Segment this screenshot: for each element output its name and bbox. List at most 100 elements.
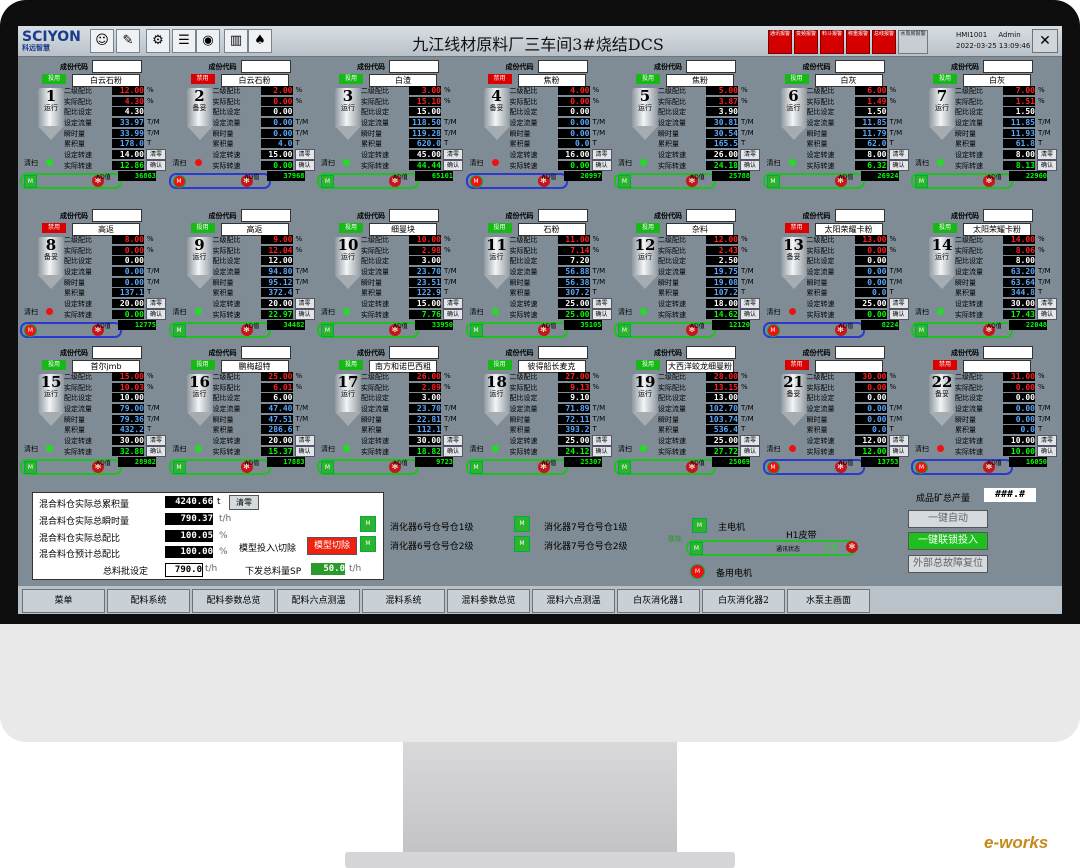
feeder-motor-button[interactable]: M (766, 461, 780, 474)
zero-button[interactable]: 清零 (740, 435, 760, 446)
alarm-bus[interactable]: 总线报警 (872, 30, 896, 54)
param-value[interactable]: 10.00 (1003, 436, 1035, 446)
feeder-motor-button[interactable]: M (24, 461, 37, 474)
books-icon[interactable]: ☰ (172, 29, 196, 53)
tools-icon[interactable]: ⚙ (146, 29, 170, 53)
alarm-weigh[interactable]: 称重报警 (846, 30, 870, 54)
confirm-button[interactable]: 确认 (294, 309, 315, 320)
param-value[interactable]: 4.30 (112, 107, 144, 117)
feeder-motor-button[interactable]: M (24, 175, 37, 188)
param-value[interactable]: 30.00 (409, 436, 441, 446)
code-input[interactable] (983, 346, 1033, 359)
silo-icon[interactable]: 18 运行 (483, 374, 510, 426)
confirm-button[interactable]: 确认 (888, 160, 909, 171)
confirm-button[interactable]: 确认 (740, 446, 760, 457)
feeder-motor-button[interactable]: M (321, 175, 334, 188)
silo-icon[interactable]: 7 运行 (929, 88, 955, 140)
param-value[interactable]: 30.00 (112, 436, 144, 446)
confirm-button[interactable]: 确认 (740, 309, 760, 320)
confirm-button[interactable]: 确认 (146, 160, 166, 171)
feeder-motor-button[interactable]: M (172, 461, 186, 474)
param-value[interactable]: 1.50 (854, 107, 887, 117)
silo-icon[interactable]: 21 备妥 (780, 374, 807, 426)
zero-button[interactable]: 清零 (591, 149, 612, 160)
param-value[interactable]: 0.00 (112, 256, 144, 266)
code-input[interactable] (389, 346, 439, 359)
digester7-1-motor[interactable]: M (514, 516, 530, 532)
nav-menu[interactable]: 菜单 (22, 589, 105, 613)
code-input[interactable] (92, 346, 142, 359)
mode-button[interactable]: 投用 (190, 360, 215, 370)
silo-icon[interactable]: 3 运行 (335, 88, 361, 140)
mode-button[interactable]: 投用 (42, 74, 66, 84)
nav-mixing-params[interactable]: 混料参数总览 (447, 589, 530, 613)
silo-icon[interactable]: 17 运行 (335, 374, 361, 426)
mode-button[interactable]: 投用 (933, 74, 957, 84)
nav-mixing[interactable]: 混料系统 (362, 589, 445, 613)
param-value[interactable]: 9.10 (557, 393, 590, 403)
feeder-motor-button[interactable]: M (915, 175, 928, 188)
param-value[interactable]: 8.00 (1003, 256, 1035, 266)
code-input[interactable] (92, 60, 142, 73)
confirm-button[interactable]: 确认 (1037, 446, 1057, 457)
alarm-inverter[interactable]: 变频报警 (794, 30, 818, 54)
zero-button[interactable]: 清零 (888, 435, 909, 446)
standby-motor-button[interactable]: M (690, 564, 705, 579)
mode-button[interactable]: 投用 (339, 74, 363, 84)
param-value[interactable]: 3.90 (706, 107, 738, 117)
param-value[interactable]: 2.50 (706, 256, 738, 266)
zero-button[interactable]: 清零 (591, 435, 612, 446)
param-value[interactable]: 20.00 (112, 299, 144, 309)
silo-icon[interactable]: 9 运行 (186, 237, 213, 289)
param-value[interactable]: 0.00 (854, 393, 887, 403)
param-value[interactable]: 18.00 (706, 299, 738, 309)
param-value[interactable]: 13.00 (706, 393, 738, 403)
confirm-button[interactable]: 确认 (591, 309, 612, 320)
mode-button[interactable]: 投用 (636, 360, 660, 370)
silo-icon[interactable]: 14 运行 (929, 237, 955, 289)
mode-button[interactable]: 禁用 (487, 74, 512, 84)
digester6-2-motor[interactable]: M (360, 536, 376, 552)
confirm-button[interactable]: 确认 (591, 446, 612, 457)
feeder-motor-button[interactable]: M (915, 324, 928, 337)
param-value[interactable]: 0.00 (260, 107, 293, 117)
silo-icon[interactable]: 10 运行 (335, 237, 361, 289)
param-value[interactable]: 3.00 (409, 393, 441, 403)
confirm-button[interactable]: 确认 (146, 309, 166, 320)
param-value[interactable]: 25.00 (557, 299, 590, 309)
feeder-motor-button[interactable]: M (618, 461, 631, 474)
code-input[interactable] (834, 60, 885, 73)
feeder-motor-button[interactable]: M (24, 324, 37, 337)
zero-button[interactable]: 清零 (888, 149, 909, 160)
zero-button[interactable]: 清零 (740, 298, 760, 309)
param-value[interactable]: 14.00 (112, 150, 144, 160)
feeder-motor-button[interactable]: M (172, 324, 186, 337)
silo-icon[interactable]: 16 运行 (186, 374, 213, 426)
zero-button[interactable]: 清零 (1037, 298, 1057, 309)
feeder-motor-button[interactable]: M (469, 175, 483, 188)
mode-button[interactable]: 投用 (190, 223, 215, 233)
bell-icon[interactable]: ♠ (248, 29, 272, 53)
code-input[interactable] (389, 60, 439, 73)
param-value[interactable]: 6.00 (260, 393, 293, 403)
zero-button[interactable]: 清零 (443, 149, 463, 160)
code-input[interactable] (686, 346, 736, 359)
mode-button[interactable]: 投用 (636, 74, 660, 84)
fault-reset-button[interactable]: 外部总故障复位 (908, 555, 988, 573)
param-value[interactable]: 12.00 (854, 436, 887, 446)
silo-icon[interactable]: 4 备妥 (483, 88, 510, 140)
silo-icon[interactable]: 15 运行 (38, 374, 64, 426)
mode-button[interactable]: 投用 (636, 223, 660, 233)
param-value[interactable]: 25.00 (557, 436, 590, 446)
confirm-button[interactable]: 确认 (591, 160, 612, 171)
param-value[interactable]: 20.00 (260, 299, 293, 309)
zero-button[interactable]: 清零 (146, 298, 166, 309)
feeder-motor-button[interactable]: M (618, 324, 631, 337)
mode-button[interactable]: 投用 (487, 360, 512, 370)
silo-icon[interactable]: 12 运行 (632, 237, 658, 289)
param-value[interactable]: 15.00 (260, 150, 293, 160)
nav-digester2[interactable]: 白灰消化器2 (702, 589, 785, 613)
feeder-motor-button[interactable]: M (915, 461, 928, 474)
code-input[interactable] (537, 60, 588, 73)
param-value[interactable]: 45.00 (409, 150, 441, 160)
